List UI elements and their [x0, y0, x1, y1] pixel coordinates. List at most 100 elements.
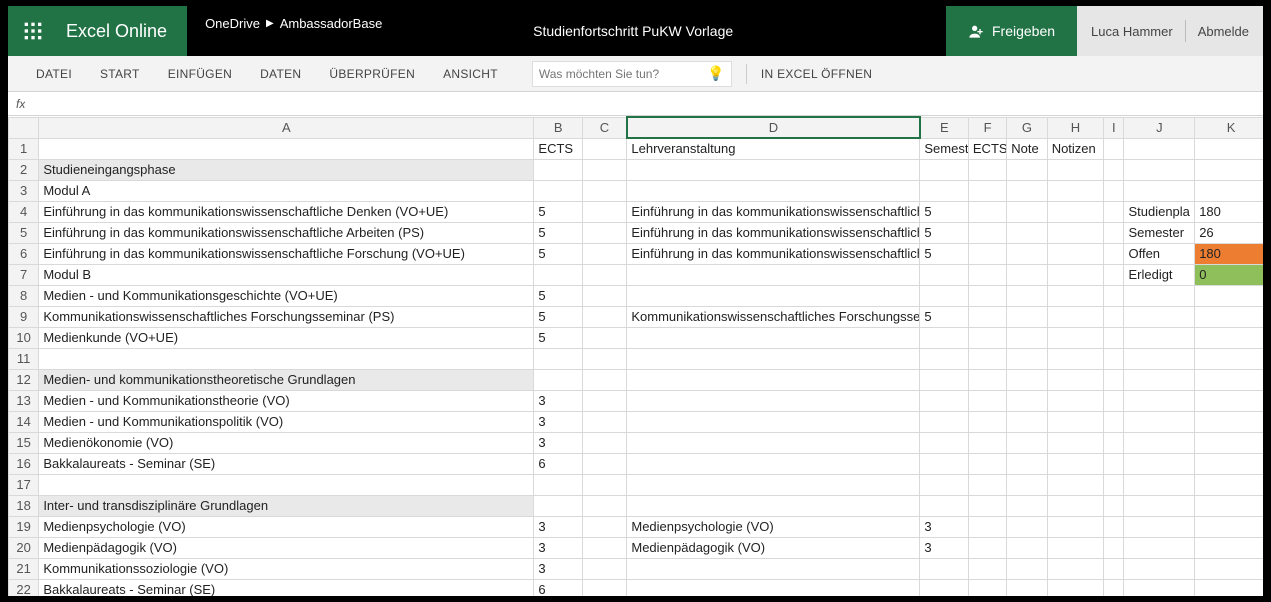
cell[interactable] — [920, 159, 969, 180]
cell[interactable] — [1047, 369, 1104, 390]
cell[interactable] — [627, 432, 920, 453]
cell[interactable] — [534, 495, 583, 516]
row-header[interactable]: 8 — [9, 285, 39, 306]
cell[interactable] — [582, 390, 626, 411]
cell[interactable] — [1104, 285, 1124, 306]
cell[interactable] — [582, 369, 626, 390]
cell[interactable]: Medienkunde (VO+UE) — [39, 327, 534, 348]
cell[interactable]: Medienpsychologie (VO) — [627, 516, 920, 537]
cell[interactable]: Offen — [1124, 243, 1195, 264]
cell[interactable] — [1047, 390, 1104, 411]
row-header[interactable]: 21 — [9, 558, 39, 579]
cell[interactable] — [920, 411, 969, 432]
cell[interactable] — [1195, 327, 1263, 348]
cell[interactable]: 5 — [534, 327, 583, 348]
cell[interactable] — [1124, 453, 1195, 474]
cell[interactable] — [627, 327, 920, 348]
cell[interactable]: 6 — [534, 453, 583, 474]
cell[interactable] — [968, 453, 1006, 474]
cell[interactable]: Medienpsychologie (VO) — [39, 516, 534, 537]
cell[interactable] — [1124, 306, 1195, 327]
cell[interactable] — [1195, 348, 1263, 369]
cell[interactable] — [582, 264, 626, 285]
cell[interactable]: Medienökonomie (VO) — [39, 432, 534, 453]
cell[interactable]: 5 — [534, 243, 583, 264]
cell[interactable] — [1047, 579, 1104, 596]
cell[interactable]: ECTS — [534, 138, 583, 159]
cell[interactable]: 3 — [534, 411, 583, 432]
cell[interactable] — [1195, 306, 1263, 327]
cell[interactable] — [582, 453, 626, 474]
cell[interactable] — [968, 180, 1006, 201]
cell[interactable] — [1104, 138, 1124, 159]
row-header[interactable]: 11 — [9, 348, 39, 369]
cell[interactable] — [1104, 201, 1124, 222]
row-header[interactable]: 7 — [9, 264, 39, 285]
cell[interactable]: 5 — [534, 201, 583, 222]
col-header-A[interactable]: A — [39, 117, 534, 138]
cell[interactable] — [39, 348, 534, 369]
cell[interactable]: 5 — [534, 222, 583, 243]
cell[interactable]: 26 — [1195, 222, 1263, 243]
cell[interactable]: Medienpädagogik (VO) — [627, 537, 920, 558]
cell[interactable] — [1007, 327, 1047, 348]
cell[interactable] — [1195, 453, 1263, 474]
cell[interactable] — [1195, 411, 1263, 432]
cell[interactable] — [1047, 180, 1104, 201]
app-launcher-button[interactable] — [8, 6, 58, 56]
cell[interactable] — [1007, 453, 1047, 474]
cell[interactable]: Modul A — [39, 180, 534, 201]
cell[interactable] — [627, 285, 920, 306]
cell[interactable] — [582, 159, 626, 180]
cell[interactable] — [582, 327, 626, 348]
row-header[interactable]: 14 — [9, 411, 39, 432]
cell[interactable] — [968, 579, 1006, 596]
cell[interactable] — [1195, 285, 1263, 306]
cell[interactable] — [1007, 159, 1047, 180]
cell[interactable] — [968, 516, 1006, 537]
share-button[interactable]: Freigeben — [946, 6, 1077, 56]
cell[interactable]: 0 — [1195, 264, 1263, 285]
cell[interactable] — [1195, 495, 1263, 516]
row-header[interactable]: 4 — [9, 201, 39, 222]
cell[interactable] — [920, 369, 969, 390]
cell[interactable] — [1007, 369, 1047, 390]
cell[interactable]: 5 — [534, 306, 583, 327]
cell[interactable] — [920, 432, 969, 453]
cell[interactable] — [1124, 495, 1195, 516]
cell[interactable]: Bakkalaureats - Seminar (SE) — [39, 453, 534, 474]
cell[interactable]: Einführung in das kommunikationswissensc… — [627, 222, 920, 243]
select-all-corner[interactable] — [9, 117, 39, 138]
cell[interactable] — [968, 558, 1006, 579]
cell[interactable] — [582, 516, 626, 537]
cell[interactable]: Medien - und Kommunikationspolitik (VO) — [39, 411, 534, 432]
cell[interactable] — [1104, 369, 1124, 390]
cell[interactable] — [582, 180, 626, 201]
cell[interactable] — [968, 306, 1006, 327]
cell[interactable] — [1047, 264, 1104, 285]
cell[interactable] — [627, 264, 920, 285]
cell[interactable] — [1124, 390, 1195, 411]
cell[interactable]: 3 — [534, 516, 583, 537]
cell[interactable] — [968, 369, 1006, 390]
col-header-F[interactable]: F — [968, 117, 1006, 138]
cell[interactable] — [1104, 390, 1124, 411]
cell[interactable] — [1047, 348, 1104, 369]
row-header[interactable]: 6 — [9, 243, 39, 264]
row-header[interactable]: 2 — [9, 159, 39, 180]
cell[interactable] — [582, 138, 626, 159]
cell[interactable]: 3 — [534, 390, 583, 411]
tab-ueberpruefen[interactable]: ÜBERPRÜFEN — [315, 56, 429, 91]
cell[interactable]: 6 — [534, 579, 583, 596]
cell[interactable] — [1195, 390, 1263, 411]
cell[interactable] — [1007, 516, 1047, 537]
cell[interactable]: Studieneingangsphase — [39, 159, 534, 180]
cell[interactable]: Einführung in das kommunikationswissensc… — [39, 201, 534, 222]
cell[interactable] — [627, 348, 920, 369]
cell[interactable] — [1007, 537, 1047, 558]
cell[interactable] — [534, 159, 583, 180]
cell[interactable]: Lehrveranstaltung — [627, 138, 920, 159]
cell[interactable] — [1007, 243, 1047, 264]
cell[interactable] — [920, 495, 969, 516]
tell-me-input[interactable] — [539, 67, 708, 81]
